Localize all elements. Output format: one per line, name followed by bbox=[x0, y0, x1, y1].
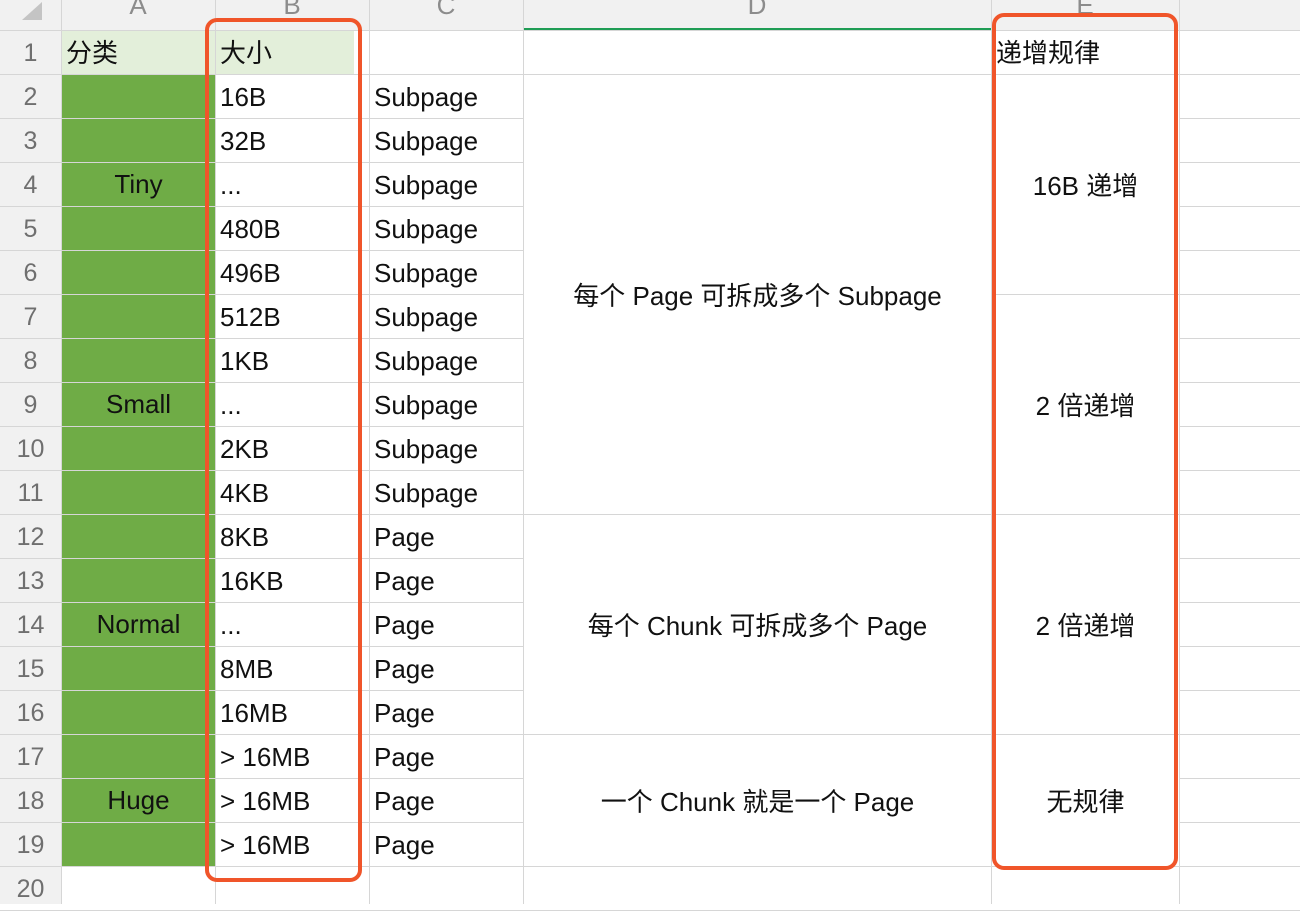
grid-line bbox=[1179, 0, 1180, 904]
row-header[interactable]: 1 bbox=[0, 31, 61, 75]
row-header[interactable]: 19 bbox=[0, 823, 61, 867]
row-header[interactable]: 3 bbox=[0, 119, 61, 163]
size-cell[interactable]: 512B bbox=[220, 295, 350, 339]
category-normal[interactable]: Normal bbox=[62, 515, 215, 734]
category-tiny[interactable]: Tiny bbox=[62, 75, 215, 294]
category-huge[interactable]: Huge bbox=[62, 735, 215, 866]
type-cell[interactable]: Subpage bbox=[374, 163, 520, 207]
row-header[interactable]: 11 bbox=[0, 471, 61, 515]
row-header[interactable]: 4 bbox=[0, 163, 61, 207]
description-huge[interactable]: 一个 Chunk 就是一个 Page bbox=[524, 735, 991, 866]
row-header[interactable]: 8 bbox=[0, 339, 61, 383]
size-cell[interactable]: > 16MB bbox=[220, 779, 350, 823]
size-cell[interactable]: 2KB bbox=[220, 427, 350, 471]
header-category[interactable]: 分类 bbox=[66, 31, 211, 75]
type-cell[interactable]: Subpage bbox=[374, 471, 520, 515]
type-cell[interactable]: Page bbox=[374, 647, 520, 691]
type-cell[interactable]: Subpage bbox=[374, 251, 520, 295]
header-size[interactable]: 大小 bbox=[220, 31, 350, 75]
row-header[interactable]: 16 bbox=[0, 691, 61, 735]
size-cell[interactable]: 8KB bbox=[220, 515, 350, 559]
grid-line bbox=[215, 0, 216, 904]
size-cell[interactable]: 16B bbox=[220, 75, 350, 119]
size-cell[interactable]: 8MB bbox=[220, 647, 350, 691]
row-header[interactable]: 9 bbox=[0, 383, 61, 427]
row-header[interactable]: 20 bbox=[0, 867, 61, 911]
grid-line bbox=[0, 866, 1300, 867]
column-header-d[interactable]: D bbox=[523, 0, 991, 30]
growth-tiny[interactable]: 16B 递增 bbox=[992, 75, 1179, 294]
category-small[interactable]: Small bbox=[62, 295, 215, 514]
row-header[interactable]: 14 bbox=[0, 603, 61, 647]
type-cell[interactable]: Subpage bbox=[374, 383, 520, 427]
type-cell[interactable]: Subpage bbox=[374, 295, 520, 339]
size-cell[interactable]: 4KB bbox=[220, 471, 350, 515]
row-header[interactable]: 17 bbox=[0, 735, 61, 779]
description-page[interactable]: 每个 Chunk 可拆成多个 Page bbox=[524, 515, 991, 734]
select-all-corner[interactable] bbox=[0, 0, 61, 30]
growth-normal[interactable]: 2 倍递增 bbox=[992, 515, 1179, 734]
size-cell[interactable]: 16MB bbox=[220, 691, 350, 735]
type-cell[interactable]: Page bbox=[374, 779, 520, 823]
type-cell[interactable]: Subpage bbox=[374, 207, 520, 251]
column-header-e[interactable]: E bbox=[991, 0, 1179, 30]
type-cell[interactable]: Page bbox=[374, 691, 520, 735]
growth-small[interactable]: 2 倍递增 bbox=[992, 295, 1179, 514]
size-cell[interactable]: 1KB bbox=[220, 339, 350, 383]
type-cell[interactable]: Subpage bbox=[374, 75, 520, 119]
spreadsheet-grid: A B C D E 1 2 3 4 5 6 7 8 9 10 11 12 13 14 15 16 17 18 19 2… bbox=[0, 0, 1300, 911]
header-growth[interactable]: 递增规律 bbox=[996, 31, 1176, 75]
row-header[interactable]: 7 bbox=[0, 295, 61, 339]
size-cell[interactable]: ... bbox=[220, 383, 350, 427]
row-header[interactable]: 13 bbox=[0, 559, 61, 603]
grid-line bbox=[369, 0, 370, 904]
row-header[interactable]: 10 bbox=[0, 427, 61, 471]
row-header[interactable]: 18 bbox=[0, 779, 61, 823]
size-cell[interactable]: 496B bbox=[220, 251, 350, 295]
type-cell[interactable]: Subpage bbox=[374, 339, 520, 383]
row-header[interactable]: 15 bbox=[0, 647, 61, 691]
type-cell[interactable]: Subpage bbox=[374, 119, 520, 163]
size-cell[interactable]: > 16MB bbox=[220, 823, 350, 867]
column-header-a[interactable]: A bbox=[61, 0, 215, 30]
row-header[interactable]: 6 bbox=[0, 251, 61, 295]
size-cell[interactable]: ... bbox=[220, 163, 350, 207]
size-cell[interactable]: ... bbox=[220, 603, 350, 647]
size-cell[interactable]: 16KB bbox=[220, 559, 350, 603]
type-cell[interactable]: Page bbox=[374, 735, 520, 779]
column-header-c[interactable]: C bbox=[369, 0, 523, 30]
size-cell[interactable]: > 16MB bbox=[220, 735, 350, 779]
type-cell[interactable]: Subpage bbox=[374, 427, 520, 471]
row-header[interactable]: 5 bbox=[0, 207, 61, 251]
grid-line bbox=[61, 0, 62, 904]
description-subpage[interactable]: 每个 Page 可拆成多个 Subpage bbox=[524, 75, 991, 514]
type-cell[interactable]: Page bbox=[374, 515, 520, 559]
type-cell[interactable]: Page bbox=[374, 559, 520, 603]
size-cell[interactable]: 480B bbox=[220, 207, 350, 251]
type-cell[interactable]: Page bbox=[374, 823, 520, 867]
column-header-b[interactable]: B bbox=[215, 0, 369, 30]
select-all-triangle-icon bbox=[22, 2, 42, 20]
type-cell[interactable]: Page bbox=[374, 603, 520, 647]
row-header[interactable]: 12 bbox=[0, 515, 61, 559]
size-cell[interactable]: 32B bbox=[220, 119, 350, 163]
row-header[interactable]: 2 bbox=[0, 75, 61, 119]
growth-huge[interactable]: 无规律 bbox=[992, 735, 1179, 866]
